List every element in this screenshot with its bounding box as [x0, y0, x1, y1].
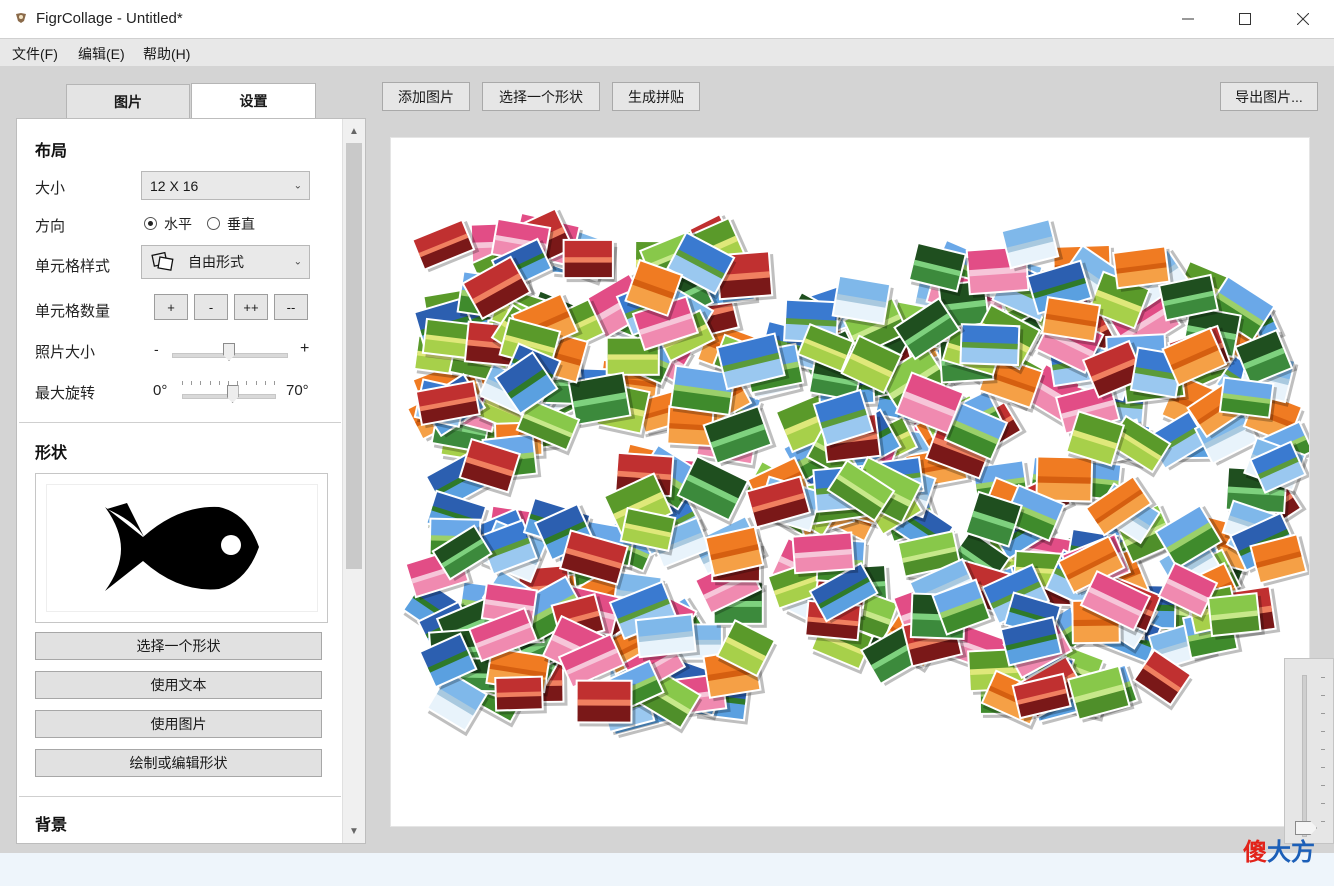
slider-tick: [218, 381, 220, 385]
slider-tick: [274, 381, 275, 385]
zoom-tick: [1321, 731, 1325, 732]
size-label: 大小: [35, 180, 66, 197]
slider-tick: [209, 381, 211, 385]
slider-tick: [191, 381, 193, 385]
choose-shape-button[interactable]: 选择一个形状: [35, 632, 322, 660]
rotation-slider-thumb[interactable]: [226, 385, 239, 403]
cell-style-label: 单元格样式: [35, 258, 111, 275]
photo-size-max: +: [300, 340, 310, 357]
slider-tick: [200, 381, 202, 385]
zoom-panel: [1284, 658, 1334, 844]
layout-heading: 布局: [35, 143, 68, 160]
zoom-tick: [1321, 767, 1325, 768]
watermark-logo: 傻大方: [1243, 838, 1315, 866]
cell-style-select[interactable]: 自由形式 ⌄: [141, 245, 310, 279]
cell-style-value: 自由形式: [188, 254, 244, 270]
horizontal-label: 水平: [164, 216, 192, 232]
photo-collage-image: [401, 207, 1309, 739]
zoom-tick: [1321, 695, 1325, 696]
slider-tick: [182, 381, 183, 385]
divider: [19, 796, 341, 797]
zoom-track[interactable]: [1302, 675, 1307, 837]
choose-shape-toolbar-button[interactable]: 选择一个形状: [482, 82, 600, 111]
radio-vertical[interactable]: [207, 217, 220, 230]
divider: [19, 422, 341, 423]
direction-label: 方向: [35, 218, 66, 235]
menu-bar: 文件(F) 编辑(E) 帮助(H): [0, 39, 1334, 66]
status-bar: [0, 853, 1334, 886]
scroll-thumb[interactable]: [346, 143, 362, 569]
collage-canvas[interactable]: [390, 137, 1310, 827]
slider-tick: [264, 381, 266, 385]
tab-settings[interactable]: 设置: [191, 83, 316, 119]
draw-edit-shape-button[interactable]: 绘制或编辑形状: [35, 749, 322, 777]
menu-help[interactable]: 帮助(H): [143, 44, 190, 64]
menu-file[interactable]: 文件(F): [12, 44, 58, 64]
size-select[interactable]: 12 X 16 ⌄: [141, 171, 310, 200]
vertical-label: 垂直: [227, 216, 255, 232]
size-value: 12 X 16: [150, 177, 199, 194]
zoom-tick: [1321, 821, 1325, 822]
export-image-button[interactable]: 导出图片...: [1220, 82, 1318, 111]
rotation-label: 最大旋转: [35, 385, 96, 402]
settings-panel: ▲ ▼ 布局 大小 12 X 16 ⌄ 方向 水平 垂直 单元格样式 自由形式 …: [16, 118, 366, 844]
chevron-down-icon: ⌄: [293, 180, 302, 191]
zoom-tick: [1321, 713, 1325, 714]
background-heading: 背景: [35, 817, 68, 834]
window-title: FigrCollage - Untitled*: [36, 10, 183, 27]
minimize-icon[interactable]: [1159, 0, 1217, 38]
add-pictures-button[interactable]: 添加图片: [382, 82, 470, 111]
slider-tick: [228, 381, 229, 385]
tab-pictures[interactable]: 图片: [66, 84, 190, 118]
zoom-tick: [1321, 677, 1325, 678]
radio-horizontal[interactable]: [144, 217, 157, 230]
cell-count-label: 单元格数量: [35, 303, 111, 320]
cell-increase-more-button[interactable]: ++: [234, 294, 268, 320]
slider-tick: [246, 381, 248, 385]
slider-tick: [255, 381, 257, 385]
zoom-tick: [1321, 785, 1325, 786]
fish-shape-icon: [105, 503, 259, 591]
panel-scrollbar[interactable]: ▲ ▼: [342, 119, 365, 843]
maximize-icon[interactable]: [1216, 0, 1274, 38]
rotation-min: 0°: [153, 382, 168, 399]
close-icon[interactable]: [1274, 0, 1332, 38]
shape-preview: [35, 473, 328, 623]
use-image-button[interactable]: 使用图片: [35, 710, 322, 738]
menu-edit[interactable]: 编辑(E): [78, 44, 125, 64]
title-bar: FigrCollage - Untitled*: [0, 0, 1334, 39]
zoom-tick: [1321, 803, 1325, 804]
photo-size-min: -: [154, 341, 159, 357]
slider-tick: [237, 381, 239, 385]
shape-preview-inner: [46, 484, 318, 612]
cell-decrease-more-button[interactable]: --: [274, 294, 308, 320]
scroll-down-icon[interactable]: ▼: [343, 821, 365, 841]
zoom-tick: [1321, 749, 1325, 750]
shape-heading: 形状: [35, 445, 68, 462]
photo-size-slider-thumb[interactable]: [223, 343, 235, 361]
scroll-up-icon[interactable]: ▲: [343, 121, 365, 141]
generate-collage-button[interactable]: 生成拼贴: [612, 82, 700, 111]
use-text-button[interactable]: 使用文本: [35, 671, 322, 699]
chevron-down-icon: ⌄: [293, 256, 302, 268]
photo-size-label: 照片大小: [35, 344, 96, 361]
rotation-max: 70°: [286, 382, 309, 399]
cell-style-icon: [151, 251, 174, 271]
app-icon: [16, 13, 26, 23]
cell-increase-button[interactable]: +: [154, 294, 188, 320]
cell-decrease-button[interactable]: -: [194, 294, 228, 320]
